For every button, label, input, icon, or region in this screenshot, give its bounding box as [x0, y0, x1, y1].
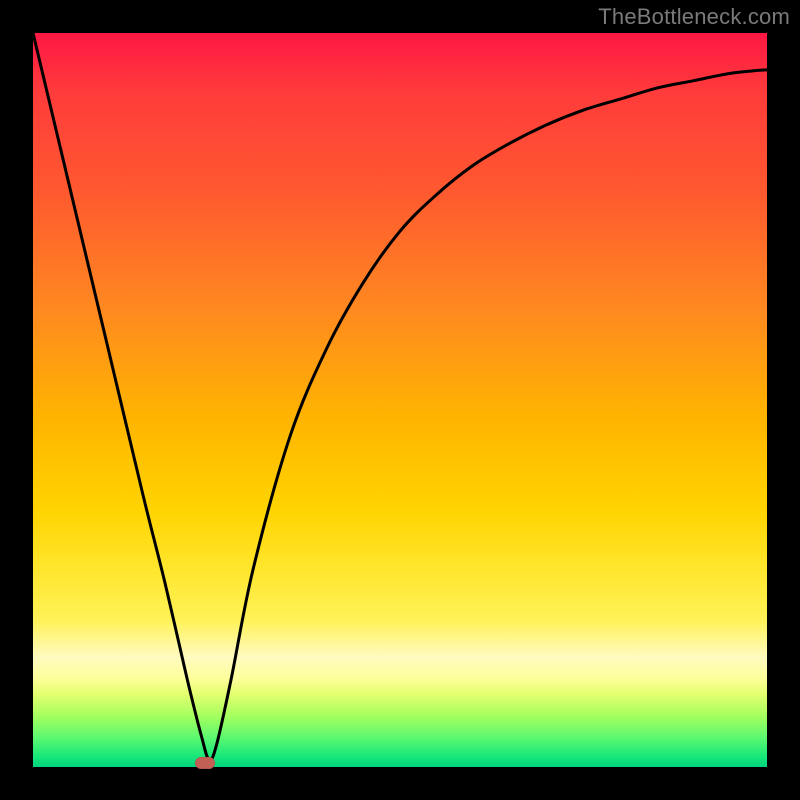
curve-svg	[33, 33, 767, 767]
plot-area	[33, 33, 767, 767]
focal-marker	[195, 757, 215, 769]
chart-frame: TheBottleneck.com	[0, 0, 800, 800]
watermark-text: TheBottleneck.com	[598, 4, 790, 30]
bottleneck-curve	[33, 33, 767, 760]
